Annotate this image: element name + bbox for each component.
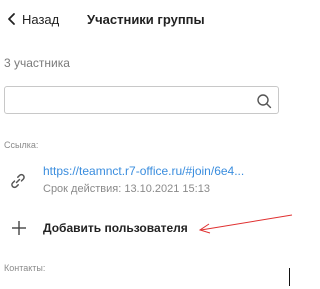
invite-link-url[interactable]: https://teamnct.r7-office.ru/#join/6e4..… [43, 164, 278, 178]
link-expiry: Срок действия: 13.10.2021 15:13 [43, 183, 210, 195]
text-cursor [289, 268, 290, 286]
header: Назад Участники группы [0, 0, 293, 40]
back-button-label: Назад [22, 11, 60, 27]
member-count: 3 участника [4, 56, 70, 70]
search-input[interactable] [11, 91, 251, 109]
back-button[interactable]: Назад [6, 11, 59, 27]
search-field[interactable] [4, 86, 279, 114]
page-title: Участники группы [87, 12, 205, 27]
link-section-label: Ссылка: [4, 140, 39, 150]
add-user-label: Добавить пользователя [43, 221, 188, 235]
chevron-left-icon [8, 13, 15, 25]
annotation-arrow [198, 214, 293, 234]
invite-link-row: https://teamnct.r7-office.ru/#join/6e4..… [0, 160, 293, 204]
contacts-section-label: Контакты: [4, 263, 46, 273]
chain-link-icon [11, 173, 25, 189]
search-icon[interactable] [256, 93, 272, 109]
plus-icon [12, 221, 26, 235]
